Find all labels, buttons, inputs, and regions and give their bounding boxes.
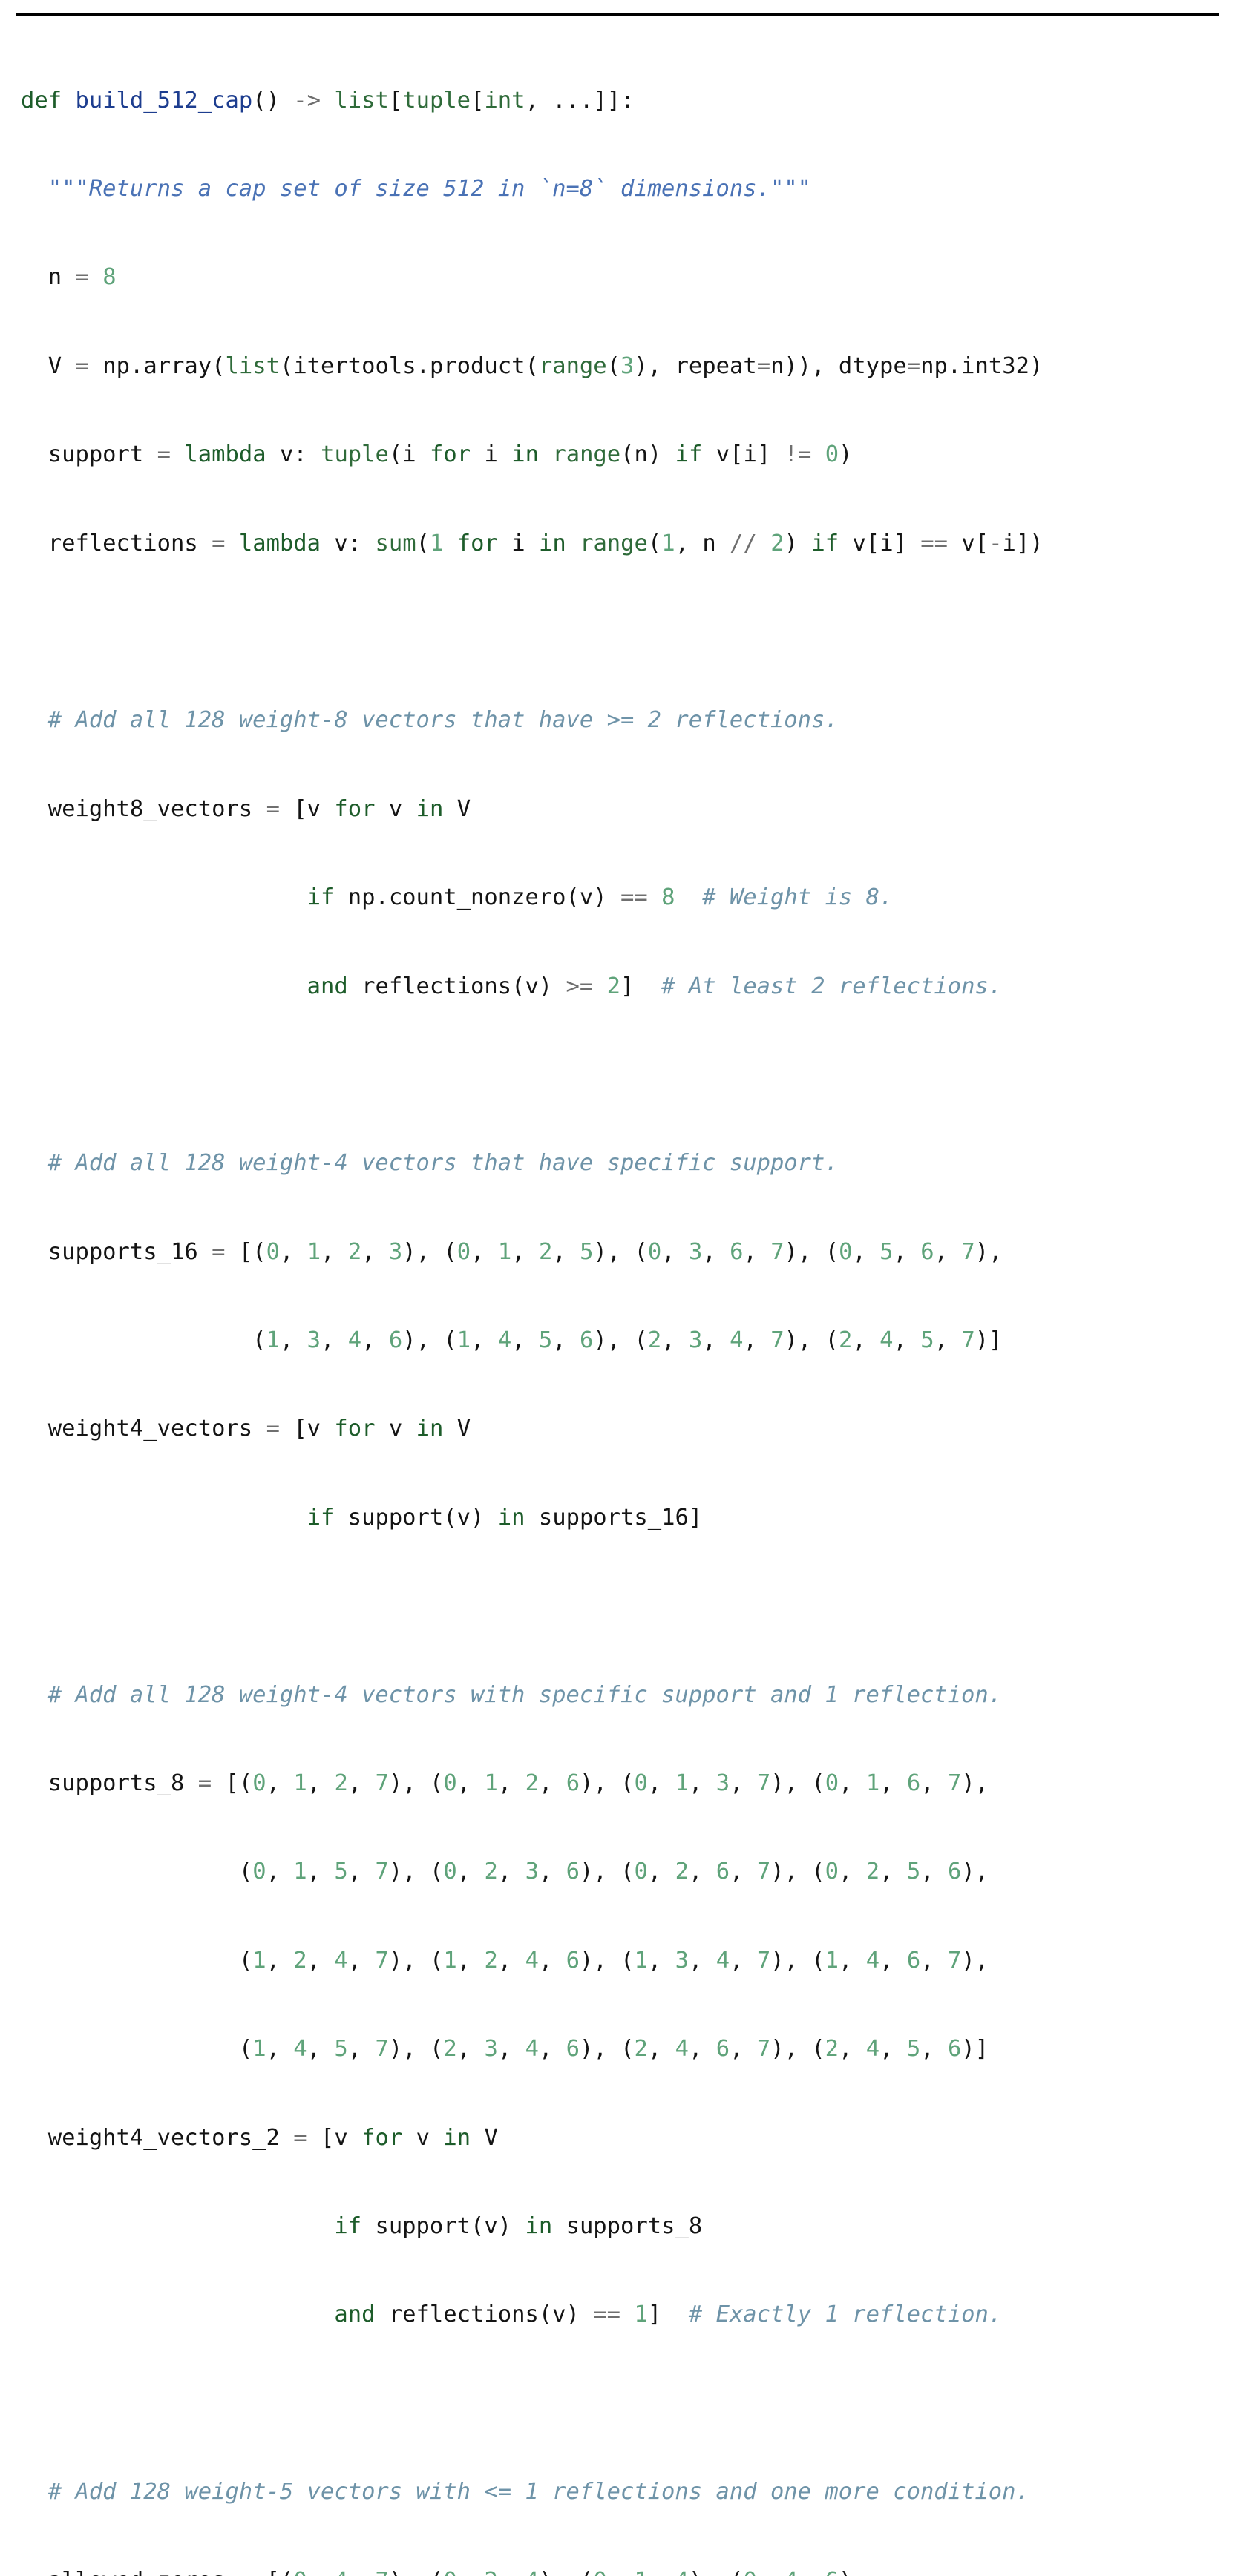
code-line: # Add all 128 weight-8 vectors that have… [48, 707, 839, 734]
code-line: if np.count_nonzero(v) == 8 # Weight is … [307, 884, 894, 911]
code-listing-figure: def build_512_cap() -> list[tuple[int, .… [0, 0, 1235, 2576]
code-line: weight4_vectors = [v for v in V [48, 1416, 471, 1442]
code-line: # Add all 128 weight-4 vectors with spec… [48, 1681, 1003, 1708]
code-block: def build_512_cap() -> list[tuple[int, .… [0, 16, 1235, 2576]
code-line: weight4_vectors_2 = [v for v in V [48, 2124, 498, 2151]
code-line: (1, 3, 4, 6), (1, 4, 5, 6), (2, 3, 4, 7)… [252, 1327, 1003, 1354]
code-line: and reflections(v) >= 2] # At least 2 re… [307, 973, 1003, 999]
code-line: and reflections(v) == 1] # Exactly 1 ref… [334, 2301, 1003, 2328]
code-line: supports_16 = [(0, 1, 2, 3), (0, 1, 2, 5… [48, 1238, 1003, 1265]
code-line: supports_8 = [(0, 1, 2, 7), (0, 1, 2, 6)… [48, 1770, 989, 1797]
code-line: # Add all 128 weight-4 vectors that have… [48, 1150, 839, 1177]
code-line: """Returns a cap set of size 512 in `n=8… [48, 175, 812, 202]
code-line: support = lambda v: tuple(i for i in ran… [48, 441, 853, 468]
code-line: allowed_zeros = [(0, 4, 7), (0, 2, 4), (… [21, 2566, 1235, 2576]
code-line: reflections = lambda v: sum(1 for i in r… [48, 530, 1044, 556]
code-line: (0, 1, 5, 7), (0, 2, 3, 6), (0, 2, 6, 7)… [238, 1859, 989, 1885]
code-line: def build_512_cap() -> list[tuple[int, .… [21, 87, 635, 114]
code-line: # Add 128 weight-5 vectors with <= 1 ref… [48, 2479, 1029, 2506]
code-line: if support(v) in supports_16] [307, 1504, 703, 1531]
code-line: (1, 2, 4, 7), (1, 2, 4, 6), (1, 3, 4, 7)… [238, 1947, 989, 1974]
code-line: V = np.array(list(itertools.product(rang… [48, 352, 1044, 379]
code-line: n = 8 [48, 264, 117, 291]
code-line: weight8_vectors = [v for v in V [48, 795, 471, 822]
code-line: (1, 4, 5, 7), (2, 3, 4, 6), (2, 4, 6, 7)… [238, 2036, 989, 2063]
code-line: if support(v) in supports_8 [334, 2212, 703, 2239]
